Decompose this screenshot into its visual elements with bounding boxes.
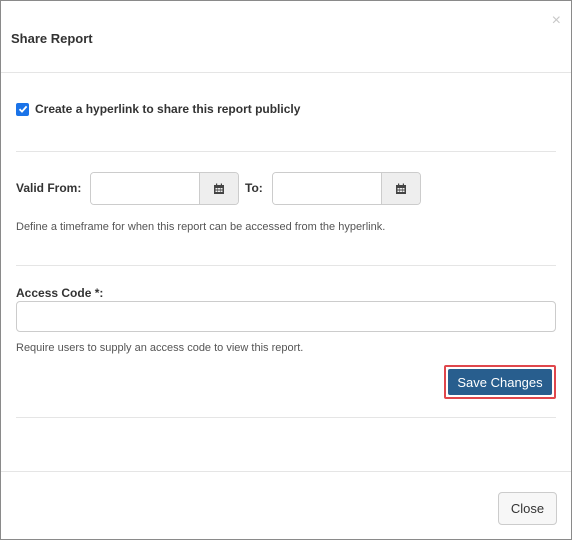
to-datepicker xyxy=(272,172,421,205)
divider xyxy=(16,265,556,266)
share-publicly-row[interactable]: Create a hyperlink to share this report … xyxy=(16,102,300,116)
share-publicly-checkbox[interactable] xyxy=(16,102,29,116)
valid-from-calendar-button[interactable] xyxy=(199,173,238,204)
to-label: To: xyxy=(245,181,263,195)
to-input[interactable] xyxy=(273,173,381,204)
calendar-icon xyxy=(396,183,406,194)
share-report-dialog: Share Report × Create a hyperlink to sha… xyxy=(0,0,572,540)
check-icon xyxy=(18,105,27,113)
valid-from-label: Valid From: xyxy=(16,181,82,195)
save-changes-button[interactable]: Save Changes xyxy=(448,369,552,395)
modal-footer: Close xyxy=(1,471,571,540)
access-code-help-text: Require users to supply an access code t… xyxy=(16,342,304,354)
divider xyxy=(16,417,556,418)
share-publicly-label: Create a hyperlink to share this report … xyxy=(35,102,301,116)
to-calendar-button[interactable] xyxy=(381,173,420,204)
modal-title: Share Report xyxy=(11,31,93,46)
valid-from-datepicker xyxy=(90,172,239,205)
valid-from-input[interactable] xyxy=(91,173,199,204)
access-code-label: Access Code *: xyxy=(16,286,104,300)
close-button[interactable]: Close xyxy=(498,492,557,525)
close-icon[interactable]: × xyxy=(552,13,561,29)
modal-header: Share Report × xyxy=(1,1,571,73)
timeframe-help-text: Define a timeframe for when this report … xyxy=(16,221,386,233)
save-button-highlight: Save Changes xyxy=(444,365,556,399)
divider xyxy=(16,151,556,152)
access-code-input[interactable] xyxy=(16,301,556,332)
calendar-icon xyxy=(214,183,224,194)
